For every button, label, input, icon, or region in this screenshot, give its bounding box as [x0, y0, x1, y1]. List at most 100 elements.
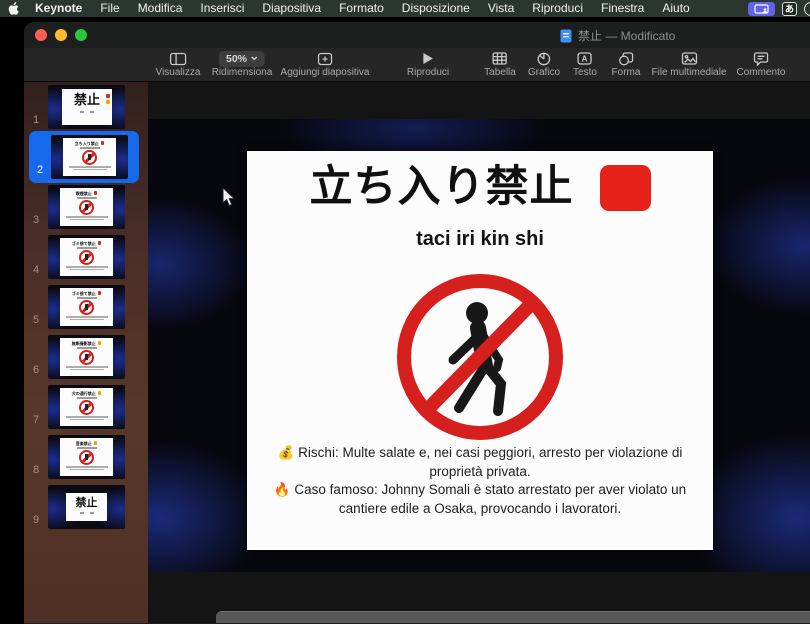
mini-prohibition-icon: [79, 250, 94, 265]
menu-item-diapositiva[interactable]: Diapositiva: [253, 1, 330, 15]
slide-title[interactable]: 立ち入り禁止: [310, 164, 574, 211]
toolbar-visualizza-button[interactable]: Visualizza: [156, 50, 201, 78]
play-icon: [407, 50, 449, 67]
input-source-icon[interactable]: あ: [782, 2, 797, 16]
toolbar-file-multimediale-button[interactable]: File multimediale: [651, 50, 726, 78]
slide-number: 1: [24, 85, 48, 129]
red-square-shape[interactable]: [600, 165, 651, 211]
svg-text:A: A: [582, 55, 588, 64]
slide-thumbnail-3[interactable]: 3喫煙禁止: [24, 185, 148, 229]
text-icon: A: [573, 50, 597, 67]
window-content: 1禁止2立ち入り禁止3喫煙禁止4ゴミ捨て禁止5ゴミ捨て禁止6無断撮影禁止7犬の通…: [24, 82, 810, 623]
add-slide-icon: [281, 50, 370, 67]
menu-item-modifica[interactable]: Modifica: [129, 1, 192, 15]
menu-item-riproduci[interactable]: Riproduci: [523, 1, 592, 15]
mini-prohibition-icon: [82, 150, 97, 165]
media-icon: [651, 50, 726, 67]
keynote-window: 禁止 — Modificato Visualizza 50% Ridimensi…: [24, 22, 810, 624]
slide-number: 5: [24, 285, 48, 329]
slide-thumb-preview: 禁止: [48, 485, 125, 529]
view-sidebar-icon: [156, 50, 201, 67]
slide-thumbnail-7[interactable]: 7犬の通行禁止: [24, 385, 148, 429]
toolbar-riproduci-button[interactable]: Riproduci: [407, 50, 449, 78]
slide-editor[interactable]: 立ち入り禁止 taci iri kin shi: [148, 119, 810, 572]
slide-thumb-preview: 無断撮影禁止: [48, 335, 125, 379]
status-circle-icon[interactable]: [804, 2, 810, 16]
canvas: 立ち入り禁止 taci iri kin shi: [148, 82, 810, 623]
toolbar-grafico-button[interactable]: Grafico: [528, 50, 560, 78]
slide-thumbnail-list: 1禁止2立ち入り禁止3喫煙禁止4ゴミ捨て禁止5ゴミ捨て禁止6無断撮影禁止7犬の通…: [24, 82, 148, 529]
menu-bar-status: あ: [748, 2, 810, 16]
menu-item-keynote[interactable]: Keynote: [26, 1, 91, 15]
shape-icon: [612, 50, 641, 67]
slide-thumb-preview: ゴミ捨て禁止: [48, 235, 125, 279]
slide-thumb-preview: ゴミ捨て禁止: [48, 285, 125, 329]
slide-number: 6: [24, 335, 48, 379]
slide-subtitle[interactable]: taci iri kin shi: [247, 228, 713, 251]
apple-menu-icon[interactable]: [0, 2, 26, 15]
slide-navigator: 1禁止2立ち入り禁止3喫煙禁止4ゴミ捨て禁止5ゴミ捨て禁止6無断撮影禁止7犬の通…: [24, 82, 148, 623]
slide-number: 3: [24, 185, 48, 229]
slide-number: 2: [29, 135, 51, 179]
chevron-down-icon: [251, 56, 258, 61]
document-title: 禁止 — Modificato: [560, 27, 675, 44]
menu-item-vista[interactable]: Vista: [479, 1, 523, 15]
menu-item-finestra[interactable]: Finestra: [592, 1, 653, 15]
screen-mirroring-icon[interactable]: [748, 2, 775, 16]
no-entry-pedestrian-icon[interactable]: [395, 272, 565, 442]
mini-prohibition-icon: [79, 300, 94, 315]
zoom-level-dropdown[interactable]: 50%: [219, 51, 265, 67]
toolbar-commento-button[interactable]: Commento: [737, 50, 786, 78]
table-icon: [484, 50, 516, 67]
slide-number: 8: [24, 435, 48, 479]
slide-thumbnail-6[interactable]: 6無断撮影禁止: [24, 335, 148, 379]
mini-prohibition-icon: [79, 350, 94, 365]
toolbar-testo-button[interactable]: A Testo: [573, 50, 597, 78]
toolbar-ridimensiona-button[interactable]: 50% Ridimensiona: [212, 50, 273, 78]
window-controls: [35, 29, 87, 41]
document-title-text: 禁止 — Modificato: [578, 27, 675, 44]
menu-item-file[interactable]: File: [91, 1, 128, 15]
chart-icon: [528, 50, 560, 67]
slide-thumb-preview: 喫煙禁止: [48, 185, 125, 229]
slide-thumb-preview: 犬の通行禁止: [48, 385, 125, 429]
close-button[interactable]: [35, 29, 47, 41]
mini-prohibition-icon: [79, 200, 94, 215]
menu-item-inserisci[interactable]: Inserisci: [191, 1, 253, 15]
slide-thumbnail-9[interactable]: 9禁止: [24, 485, 148, 529]
slide-number: 7: [24, 385, 48, 429]
toolbar-tabella-button[interactable]: Tabella: [484, 50, 516, 78]
slide-thumbnail-2[interactable]: 2立ち入り禁止: [29, 131, 139, 183]
mouse-cursor: [222, 187, 236, 207]
menu-item-disposizione[interactable]: Disposizione: [393, 1, 479, 15]
body-paragraph-case: 🔥 Caso famoso: Johnny Somali è stato arr…: [254, 481, 706, 518]
slide-title-row: 立ち入り禁止: [247, 164, 713, 211]
toolbar: Visualizza 50% Ridimensiona Aggiungi dia…: [24, 48, 810, 82]
slide-thumb-preview: 音楽禁止: [48, 435, 125, 479]
menu-bar: KeynoteFileModificaInserisciDiapositivaF…: [0, 0, 810, 17]
body-paragraph-risks: 💰 Rischi: Multe salate e, nei casi peggi…: [254, 444, 706, 481]
toolbar-aggiungi-diapositiva-button[interactable]: Aggiungi diapositiva: [281, 50, 370, 78]
slide-card[interactable]: 立ち入り禁止 taci iri kin shi: [247, 151, 713, 550]
slide-thumb-preview: 禁止: [48, 85, 125, 129]
zoom-button[interactable]: [75, 29, 87, 41]
menu-item-aiuto[interactable]: Aiuto: [653, 1, 698, 15]
comment-icon: [737, 50, 786, 67]
slide-thumbnail-4[interactable]: 4ゴミ捨て禁止: [24, 235, 148, 279]
title-bar: 禁止 — Modificato: [24, 22, 810, 48]
slide-thumb-preview: 立ち入り禁止: [51, 135, 128, 179]
zoom-level-value: 50%: [226, 53, 247, 65]
slide-thumbnail-5[interactable]: 5ゴミ捨て禁止: [24, 285, 148, 329]
slide-thumbnail-8[interactable]: 8音楽禁止: [24, 435, 148, 479]
slide-body-text[interactable]: 💰 Rischi: Multe salate e, nei casi peggi…: [247, 444, 713, 518]
minimize-button[interactable]: [55, 29, 67, 41]
slide-thumbnail-1[interactable]: 1禁止: [24, 85, 148, 129]
document-icon: [560, 29, 572, 43]
notes-divider[interactable]: [216, 611, 810, 623]
menu-item-formato[interactable]: Formato: [330, 1, 393, 15]
mini-prohibition-icon: [79, 400, 94, 415]
mini-prohibition-icon: [79, 450, 94, 465]
slide-number: 4: [24, 235, 48, 279]
menu-items: KeynoteFileModificaInserisciDiapositivaF…: [26, 0, 699, 17]
toolbar-forma-button[interactable]: Forma: [612, 50, 641, 78]
